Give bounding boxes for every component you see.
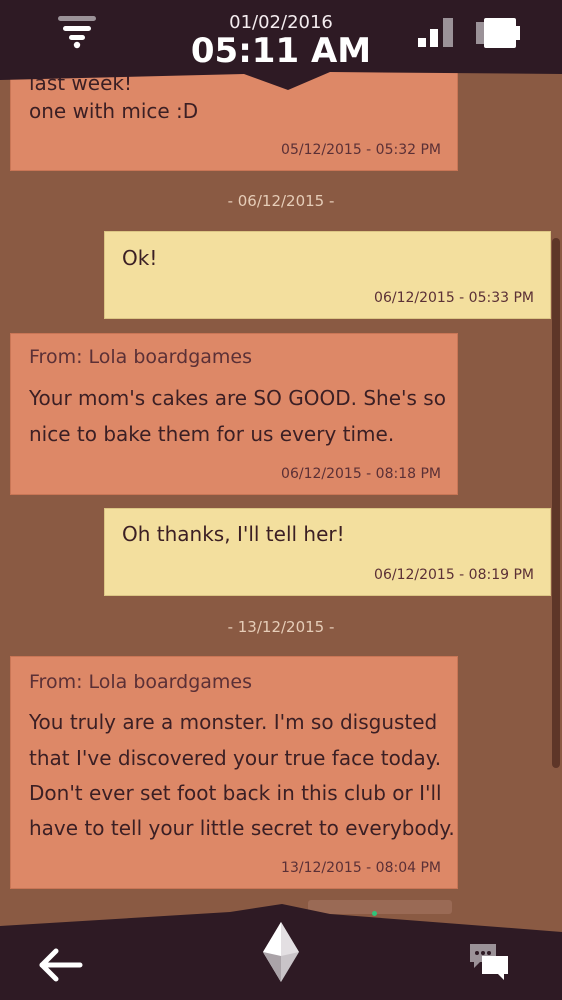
message-text: Don't ever set foot back in this club or… [29, 781, 442, 805]
bottom-navigation [0, 904, 562, 1000]
signal-icon [418, 18, 453, 47]
message-sender: From: Lola boardgames [29, 346, 253, 368]
message-text: have to tell your little secret to every… [29, 816, 455, 840]
message-timestamp: 06/12/2015 - 08:18 PM [281, 466, 441, 482]
message-text: Oh thanks, I'll tell her! [122, 522, 345, 546]
message-timestamp: 13/12/2015 - 08:04 PM [281, 860, 441, 876]
message-timestamp: 06/12/2015 - 08:19 PM [374, 567, 534, 583]
message-bubble-outgoing: Oh thanks, I'll tell her! 06/12/2015 - 0… [104, 508, 551, 596]
date-separator: - 13/12/2015 - [227, 618, 335, 636]
status-bar: 01/02/2016 05:11 AM [0, 0, 562, 90]
message-text: You truly are a monster. I'm so disguste… [29, 710, 438, 734]
message-text: Your mom's cakes are SO GOOD. She's so [29, 386, 446, 410]
message-text: nice to bake them for us every time. [29, 422, 395, 446]
message-text: one with mice :D [29, 99, 199, 123]
message-bubble-incoming: From: Lola boardgames Your mom's cakes a… [10, 333, 458, 495]
message-bubble-outgoing: Ok! 06/12/2015 - 05:33 PM [104, 231, 551, 319]
message-bubble-incoming: From: Lola boardgames You truly are a mo… [10, 656, 458, 889]
message-text: that I've discovered your true face toda… [29, 746, 442, 770]
message-timestamp: 06/12/2015 - 05:33 PM [374, 290, 534, 306]
back-arrow-icon[interactable] [38, 948, 84, 982]
battery-icon [476, 18, 520, 48]
message-sender: From: Lola boardgames [29, 671, 253, 693]
crystal-home-icon[interactable] [261, 922, 301, 984]
message-text: Ok! [122, 246, 158, 270]
date-separator: - 06/12/2015 - [227, 192, 335, 210]
message-timestamp: 05/12/2015 - 05:32 PM [281, 142, 441, 158]
chat-bubbles-icon[interactable] [468, 942, 512, 984]
scrollbar[interactable] [552, 238, 560, 768]
message-thread[interactable]: last week! one with mice :D 05/12/2015 -… [0, 0, 562, 1000]
